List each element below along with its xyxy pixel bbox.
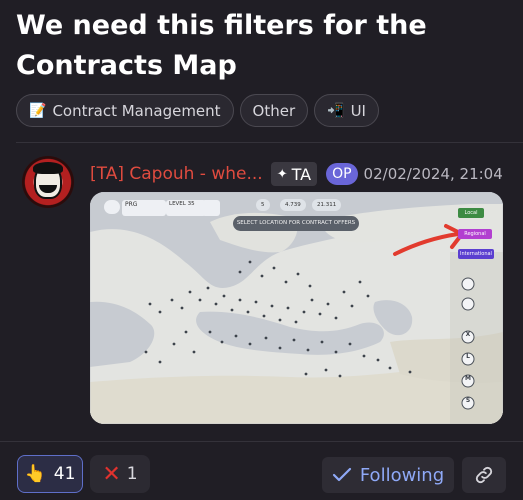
tag-label: Contract Management bbox=[52, 101, 221, 120]
mobile-phone-icon: 📲 bbox=[327, 102, 345, 119]
topic-title: We need this filters for the Contracts M… bbox=[16, 10, 427, 81]
reaction-count: 41 bbox=[53, 464, 76, 484]
post-date[interactable]: 02/02/2024, 21:04 bbox=[364, 165, 503, 183]
map-chip-regional: Regional bbox=[458, 229, 492, 239]
username-link[interactable]: [TA] Capouh - whe... bbox=[90, 164, 263, 184]
tag-label: UI bbox=[350, 101, 366, 120]
following-label: Following bbox=[359, 464, 445, 486]
map-pill-1: 5 bbox=[256, 199, 270, 211]
map-city-card: PRG bbox=[122, 200, 166, 216]
map-chip-international: International bbox=[458, 249, 494, 259]
reaction-point-up-button[interactable]: 👆 41 bbox=[17, 455, 83, 493]
check-icon bbox=[332, 467, 351, 482]
map-level-card: LEVEL 35 bbox=[166, 200, 206, 216]
point-up-icon: 👆 bbox=[24, 464, 46, 484]
link-icon bbox=[475, 466, 493, 484]
memo-icon: 📝 bbox=[29, 102, 47, 119]
map-select-banner: SELECT LOCATION FOR CONTRACT OFFERS bbox=[233, 216, 359, 231]
map-chip-local: Local bbox=[458, 208, 484, 218]
map-pill-2: 4.739 bbox=[280, 199, 306, 211]
tag-other[interactable]: Other bbox=[239, 94, 309, 127]
map-side-button-label: L bbox=[466, 353, 470, 360]
map-pill-3: 21.311 bbox=[312, 199, 342, 211]
map-side-button-label: X bbox=[465, 331, 471, 338]
sparkle-icon: ✦ bbox=[276, 166, 288, 182]
map-side-button-label: M bbox=[465, 375, 471, 382]
map-city-label: PRG bbox=[125, 201, 138, 208]
share-link-button[interactable] bbox=[462, 457, 506, 493]
cross-mark-icon: ✕ bbox=[102, 461, 121, 487]
op-badge: OP bbox=[326, 163, 358, 185]
map-level-label: LEVEL 35 bbox=[169, 201, 195, 207]
map-side-button-label: S bbox=[465, 397, 471, 404]
avatar-hair bbox=[33, 162, 63, 174]
divider bbox=[0, 441, 523, 442]
divider bbox=[16, 142, 523, 143]
reaction-x-button[interactable]: ✕ 1 bbox=[90, 455, 150, 493]
post-meta: [TA] Capouh - whe... ✦ TA OP 02/02/2024,… bbox=[90, 160, 503, 188]
group-badge-label: TA bbox=[291, 164, 312, 184]
tag-label: Other bbox=[252, 101, 296, 120]
reaction-count: 1 bbox=[126, 464, 138, 484]
tag-ui[interactable]: 📲 UI bbox=[314, 94, 379, 127]
following-button[interactable]: Following bbox=[322, 457, 454, 493]
group-badge[interactable]: ✦ TA bbox=[270, 162, 318, 186]
tag-contract-management[interactable]: 📝 Contract Management bbox=[16, 94, 234, 127]
avatar[interactable] bbox=[22, 156, 74, 208]
post-image[interactable]: PRG LEVEL 35 5 4.739 21.311 SELECT LOCAT… bbox=[90, 192, 503, 424]
tag-list: 📝 Contract Management Other 📲 UI bbox=[16, 94, 379, 127]
